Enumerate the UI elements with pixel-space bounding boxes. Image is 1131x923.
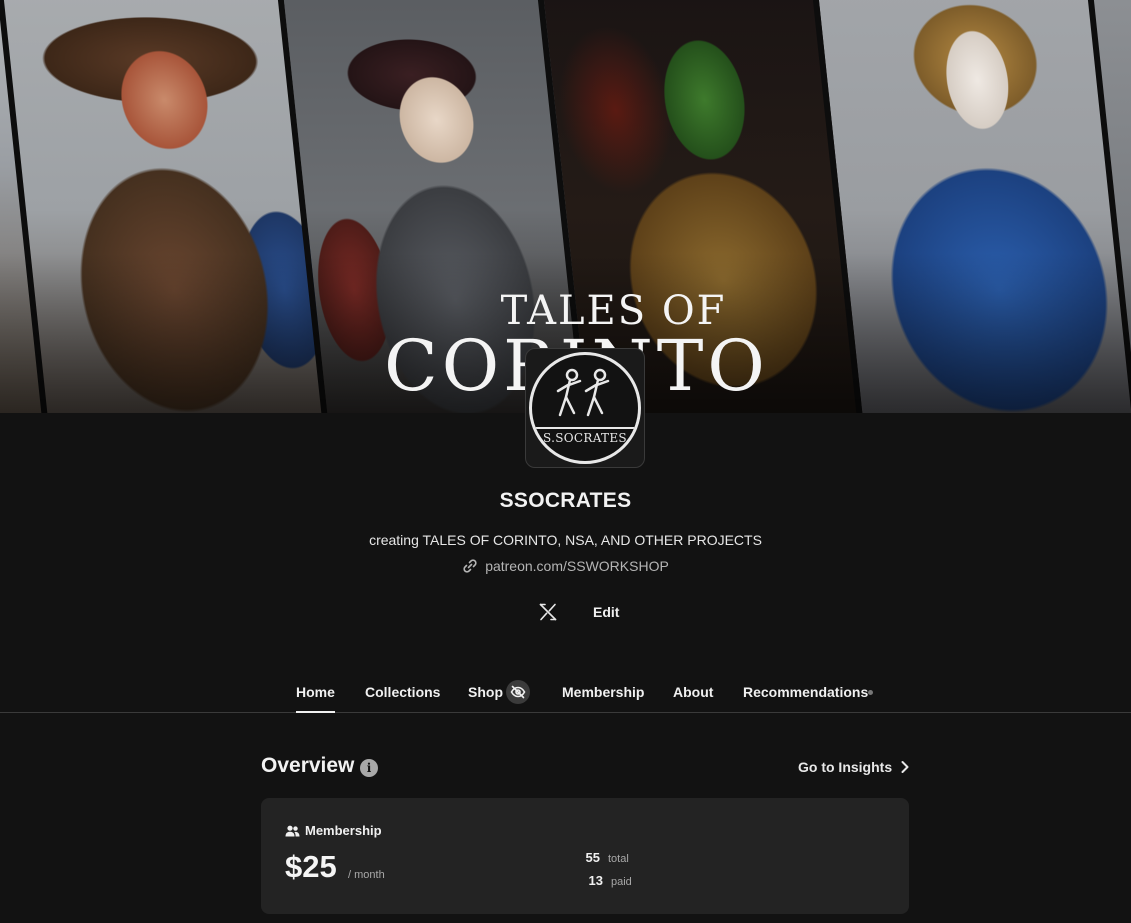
tab-label: Collections xyxy=(365,684,441,700)
avatar-badge-text: S.SOCRATES xyxy=(532,427,638,447)
avatar-logo: S.SOCRATES xyxy=(529,352,641,464)
go-to-insights-link[interactable]: Go to Insights xyxy=(798,759,910,775)
tab-label: About xyxy=(673,684,714,700)
creator-link[interactable]: patreon.com/SSWORKSHOP xyxy=(0,558,1131,574)
tab-collections[interactable]: Collections xyxy=(365,684,440,713)
creator-tagline: creating TALES OF CORINTO, NSA, AND OTHE… xyxy=(369,532,762,548)
membership-heading: Membership xyxy=(305,823,382,838)
tab-membership[interactable]: Membership xyxy=(562,684,644,713)
people-icon xyxy=(285,825,300,836)
tab-about[interactable]: About xyxy=(673,684,713,713)
chevron-right-icon xyxy=(901,761,909,773)
members-total-label: total xyxy=(608,853,629,865)
membership-price: $25 xyxy=(285,849,337,884)
tab-label: Membership xyxy=(562,684,645,700)
creator-avatar[interactable]: S.SOCRATES xyxy=(525,348,645,468)
tab-label: Shop xyxy=(468,684,503,700)
dancing-figures-icon xyxy=(556,368,610,417)
tab-home[interactable]: Home xyxy=(288,684,343,713)
membership-period: / month xyxy=(348,869,385,881)
notification-dot xyxy=(868,690,873,695)
x-logo-icon[interactable] xyxy=(537,601,559,623)
tab-recommendations[interactable]: Recommendations xyxy=(743,684,873,713)
members-paid-stat: 13 paid xyxy=(587,873,632,888)
eye-off-icon xyxy=(506,680,530,704)
overview-title: Overview xyxy=(261,754,355,777)
link-icon xyxy=(463,559,477,573)
members-paid-label: paid xyxy=(611,876,632,888)
social-row: Edit xyxy=(537,601,619,623)
insights-label: Go to Insights xyxy=(798,759,893,775)
membership-card: Membership $25 / month 55 total 13 paid xyxy=(261,798,909,914)
info-icon[interactable]: i xyxy=(360,759,378,777)
creator-name: SSOCRATES xyxy=(499,489,632,512)
profile-tabs: Home Collections Shop Membership About R… xyxy=(0,680,1131,713)
members-total-value: 55 xyxy=(585,850,600,865)
creator-link-text[interactable]: patreon.com/SSWORKSHOP xyxy=(485,558,669,574)
edit-button[interactable]: Edit xyxy=(593,604,619,620)
membership-card-header: Membership xyxy=(285,823,382,838)
members-total-stat: 55 total xyxy=(584,850,629,865)
members-paid-value: 13 xyxy=(588,873,603,888)
tab-label: Recommendations xyxy=(743,684,869,700)
tab-label: Home xyxy=(296,684,335,700)
tab-shop[interactable]: Shop xyxy=(468,680,530,713)
